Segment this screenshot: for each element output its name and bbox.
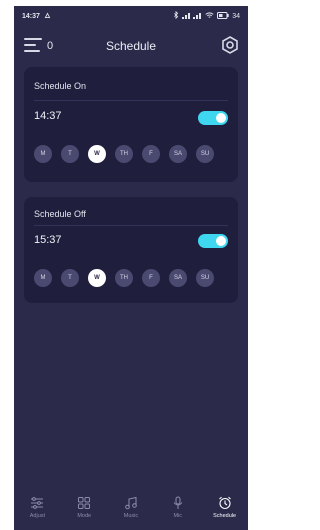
day-button-thursday[interactable]: TH <box>115 269 133 287</box>
hexagon-settings-icon <box>222 36 238 54</box>
schedule-off-toggle[interactable] <box>198 234 228 248</box>
divider <box>34 100 228 101</box>
day-button-sunday[interactable]: SU <box>196 145 214 163</box>
status-icons: 34 <box>173 10 240 21</box>
schedule-off-days: M T W TH F SA SU <box>34 269 214 287</box>
schedule-off-title: Schedule Off <box>34 209 86 219</box>
day-button-monday[interactable]: M <box>34 269 52 287</box>
day-button-saturday[interactable]: SA <box>169 145 187 163</box>
signal-icon <box>182 11 202 21</box>
day-button-wednesday[interactable]: W <box>88 269 106 287</box>
day-button-sunday[interactable]: SU <box>196 269 214 287</box>
wifi-icon <box>205 11 214 21</box>
notification-icon <box>44 11 51 21</box>
tab-music-label: Music <box>123 513 139 519</box>
tab-mode[interactable]: Mode <box>61 490 108 530</box>
status-time: 14:37 <box>22 12 40 20</box>
phone-screen: 14:37 34 0 Schedule Schedule On 14:37 M … <box>14 6 248 530</box>
battery-level: 34 <box>232 12 240 20</box>
tab-mic[interactable]: Mic <box>154 490 201 530</box>
schedule-on-toggle[interactable] <box>198 111 228 125</box>
tab-schedule-label: Schedule <box>213 513 237 519</box>
schedule-off-card: Schedule Off 15:37 M T W TH F SA SU <box>24 197 238 303</box>
day-button-tuesday[interactable]: T <box>61 269 79 287</box>
day-button-thursday[interactable]: TH <box>115 145 133 163</box>
day-button-friday[interactable]: F <box>142 145 160 163</box>
schedule-off-time[interactable]: 15:37 <box>34 234 62 246</box>
sliders-icon <box>31 497 44 509</box>
music-icon <box>125 496 137 510</box>
schedule-on-title: Schedule On <box>34 81 87 91</box>
battery-icon <box>217 11 229 21</box>
alarm-clock-icon <box>218 496 231 510</box>
tab-adjust-label: Adjust <box>29 513 46 519</box>
tab-mic-label: Mic <box>173 513 183 519</box>
day-button-friday[interactable]: F <box>142 269 160 287</box>
mic-icon <box>173 496 183 509</box>
grid-icon <box>78 497 91 509</box>
divider <box>34 225 228 226</box>
top-bar: 0 Schedule <box>14 30 248 60</box>
tab-mode-label: Mode <box>77 513 92 519</box>
bluetooth-icon <box>173 10 179 21</box>
schedule-on-days: M T W TH F SA SU <box>34 145 214 163</box>
tab-adjust[interactable]: Adjust <box>14 490 61 530</box>
bottom-tab-bar: Adjust Mode Music Mic Schedule <box>14 490 248 530</box>
status-bar: 14:37 34 <box>14 6 248 26</box>
day-button-monday[interactable]: M <box>34 145 52 163</box>
settings-button[interactable] <box>220 35 240 55</box>
schedule-on-time[interactable]: 14:37 <box>34 110 62 122</box>
schedule-on-card: Schedule On 14:37 M T W TH F SA SU <box>24 67 238 182</box>
day-button-tuesday[interactable]: T <box>61 145 79 163</box>
day-button-wednesday[interactable]: W <box>88 145 106 163</box>
tab-music[interactable]: Music <box>108 490 155 530</box>
page-title: Schedule <box>105 39 157 53</box>
tab-schedule[interactable]: Schedule <box>201 490 248 530</box>
day-button-saturday[interactable]: SA <box>169 269 187 287</box>
